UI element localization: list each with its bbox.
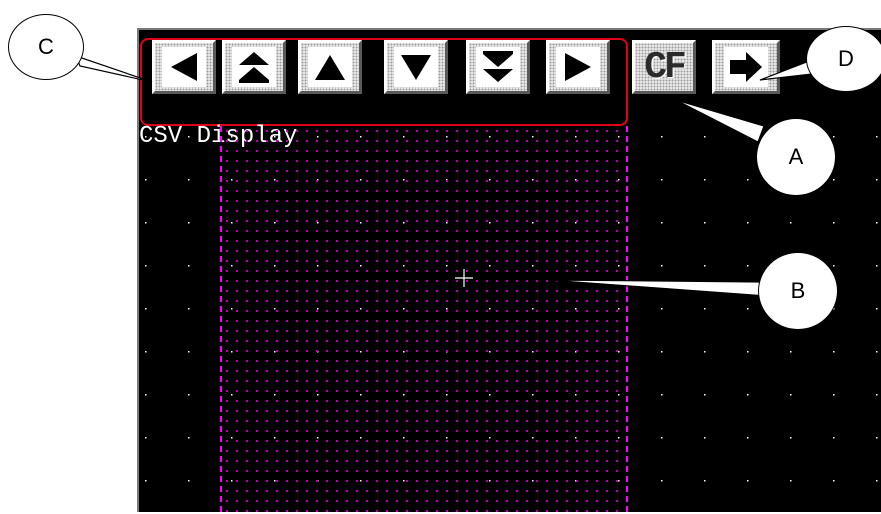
grid-dot bbox=[833, 480, 835, 482]
grid-dot bbox=[747, 308, 749, 310]
callout-c: C bbox=[8, 14, 84, 80]
grid-dot bbox=[876, 480, 878, 482]
grid-dot bbox=[704, 480, 706, 482]
next-screen-button[interactable] bbox=[712, 40, 780, 94]
grid-dot bbox=[833, 265, 835, 267]
callout-b: B bbox=[758, 252, 838, 330]
grid-dot bbox=[747, 265, 749, 267]
grid-dot bbox=[876, 394, 878, 396]
scroll-button-group-highlight bbox=[140, 38, 628, 126]
grid-dot bbox=[833, 351, 835, 353]
grid-dot bbox=[790, 394, 792, 396]
grid-dot bbox=[833, 437, 835, 439]
grid-dot bbox=[833, 394, 835, 396]
grid-dot bbox=[790, 222, 792, 224]
grid-dot bbox=[661, 265, 663, 267]
grid-dot bbox=[747, 136, 749, 138]
grid-dot bbox=[145, 394, 147, 396]
grid-dot bbox=[188, 308, 190, 310]
grid-dot bbox=[704, 437, 706, 439]
grid-dot bbox=[747, 179, 749, 181]
crosshair-icon bbox=[455, 269, 473, 287]
grid-dot bbox=[790, 437, 792, 439]
grid-dot bbox=[704, 222, 706, 224]
grid-dot bbox=[876, 351, 878, 353]
grid-dot bbox=[876, 179, 878, 181]
grid-dot bbox=[876, 136, 878, 138]
grid-dot bbox=[145, 480, 147, 482]
grid-dot bbox=[661, 308, 663, 310]
callout-d: D bbox=[806, 26, 881, 92]
grid-dot bbox=[145, 179, 147, 181]
grid-dot bbox=[661, 480, 663, 482]
grid-dot bbox=[704, 394, 706, 396]
grid-dot bbox=[188, 179, 190, 181]
grid-dot bbox=[704, 351, 706, 353]
grid-dot bbox=[145, 222, 147, 224]
grid-dot bbox=[661, 136, 663, 138]
grid-dot bbox=[704, 308, 706, 310]
csv-switch-button[interactable]: CF bbox=[632, 40, 696, 94]
callout-a: A bbox=[756, 118, 836, 196]
grid-dot bbox=[661, 437, 663, 439]
grid-dot bbox=[145, 351, 147, 353]
grid-dot bbox=[704, 136, 706, 138]
grid-dot bbox=[145, 308, 147, 310]
grid-dot bbox=[704, 265, 706, 267]
grid-dot bbox=[747, 351, 749, 353]
grid-dot bbox=[145, 437, 147, 439]
grid-dot bbox=[747, 222, 749, 224]
grid-dot bbox=[145, 265, 147, 267]
grid-dot bbox=[747, 394, 749, 396]
grid-dot bbox=[876, 222, 878, 224]
grid-dot bbox=[188, 437, 190, 439]
grid-dot bbox=[661, 351, 663, 353]
grid-dot bbox=[833, 179, 835, 181]
csv-switch-label: CF bbox=[644, 45, 687, 89]
grid-dot bbox=[833, 222, 835, 224]
grid-dot bbox=[188, 394, 190, 396]
grid-dot bbox=[790, 351, 792, 353]
grid-dot bbox=[188, 480, 190, 482]
grid-dot bbox=[876, 437, 878, 439]
csv-display-area[interactable] bbox=[220, 126, 628, 512]
grid-dot bbox=[747, 480, 749, 482]
grid-dot bbox=[747, 437, 749, 439]
grid-dot bbox=[876, 308, 878, 310]
grid-dot bbox=[833, 136, 835, 138]
grid-dot bbox=[661, 179, 663, 181]
grid-dot bbox=[188, 265, 190, 267]
grid-dot bbox=[661, 222, 663, 224]
grid-dot bbox=[188, 222, 190, 224]
grid-dot bbox=[188, 351, 190, 353]
grid-dot bbox=[704, 179, 706, 181]
grid-dot bbox=[790, 480, 792, 482]
grid-dot bbox=[661, 394, 663, 396]
grid-dot bbox=[876, 265, 878, 267]
fat-arrow-right-icon bbox=[724, 47, 768, 87]
